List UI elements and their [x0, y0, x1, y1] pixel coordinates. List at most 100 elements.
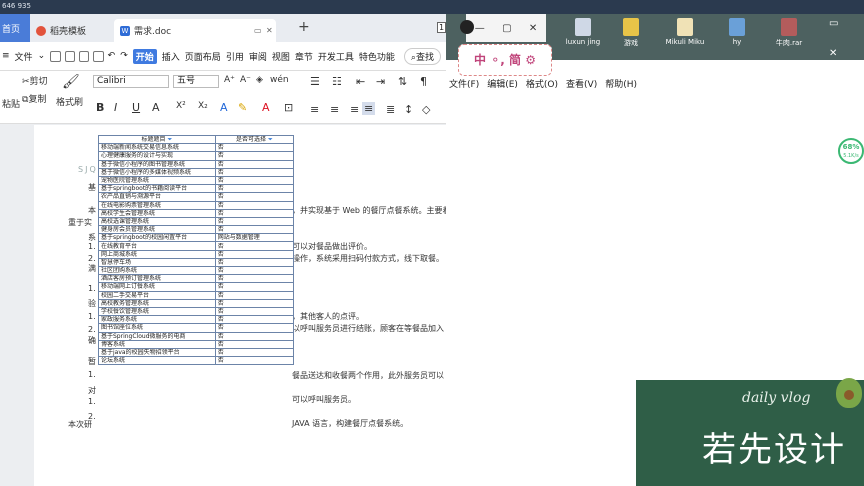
topic-cell[interactable]: 家政服务系统 — [98, 315, 216, 325]
table-row[interactable]: 酒店客房预订管理系统否 — [98, 274, 295, 284]
table-row[interactable]: 基于微信小程序的多媒体视频系统否 — [98, 167, 295, 177]
topic-cell[interactable]: 基于springboot的校园闲置平台 — [98, 233, 216, 243]
print-icon[interactable] — [78, 50, 90, 62]
topic-cell[interactable]: 网上商城系统 — [98, 249, 216, 259]
table-row[interactable]: 移动端新闻系统交易信息系统否 — [98, 143, 295, 153]
selectable-cell[interactable]: 否 — [214, 225, 295, 235]
selectable-cell[interactable]: 否 — [214, 167, 295, 177]
menu-view[interactable]: 视图 — [272, 50, 290, 63]
topic-cell[interactable]: 图书馆座位系统 — [98, 323, 216, 333]
menu-devtools[interactable]: 开发工具 — [318, 50, 354, 63]
selectable-cell[interactable]: 否 — [214, 315, 295, 325]
bold-button[interactable]: B — [96, 101, 104, 114]
desktop-icon-3[interactable]: Mikuli Miku — [658, 18, 712, 46]
selectable-cell[interactable]: 否 — [214, 282, 295, 292]
selectable-cell[interactable]: 否 — [214, 249, 295, 259]
selectable-cell[interactable]: 否 — [214, 339, 295, 349]
table-row[interactable]: 博客系统否 — [98, 339, 295, 349]
underline-button[interactable]: U — [132, 101, 140, 114]
export-icon[interactable] — [64, 50, 75, 62]
topic-cell[interactable]: 论坛系统 — [98, 356, 216, 366]
clear-format-icon[interactable]: ◈ — [256, 75, 263, 85]
topic-cell[interactable]: 智慧停车场 — [98, 257, 216, 268]
justify-icon[interactable]: ≡ — [362, 102, 376, 115]
topic-cell[interactable]: 健身房会员管理系统 — [98, 225, 216, 235]
table-row[interactable]: 学校餐饮管理系统否 — [98, 306, 295, 317]
format-painter-label[interactable]: 格式刷 — [56, 95, 83, 108]
selectable-cell[interactable]: 否 — [214, 290, 295, 300]
selectable-cell[interactable]: 否 — [214, 323, 295, 333]
topic-cell[interactable]: 农产品直销与溯源平台 — [98, 192, 216, 202]
paste-button[interactable]: 粘贴 — [2, 97, 20, 110]
font-color-icon[interactable]: A — [262, 101, 270, 114]
table-row[interactable]: 农产品直销与溯源平台否 — [98, 192, 295, 202]
save-icon[interactable] — [50, 50, 61, 62]
avatar[interactable] — [460, 20, 474, 34]
subscript-button[interactable]: X₂ — [198, 101, 208, 111]
shading-icon[interactable]: ◇ — [422, 103, 430, 116]
table-row[interactable]: 高校选课管理系统否 — [98, 216, 295, 227]
table-row[interactable]: 基于微信小程序的图书管理系统否 — [98, 159, 295, 169]
menu-layout[interactable]: 页面布局 — [185, 50, 221, 63]
selectable-cell[interactable]: 否 — [214, 159, 295, 169]
maximize-icon[interactable]: ▢ — [502, 23, 511, 34]
selectable-cell[interactable]: 否 — [214, 331, 295, 341]
selectable-cell[interactable]: 否 — [214, 216, 295, 227]
table-row[interactable]: 高校学生会管理系统否 — [98, 208, 295, 218]
table-row[interactable]: 宠物医院管理系统否 — [98, 175, 295, 186]
restore-icon[interactable]: ▭ — [829, 18, 838, 29]
selectable-cell[interactable]: 否 — [214, 306, 295, 317]
chevron-down-icon[interactable]: ⌄ — [38, 51, 46, 61]
header-topic[interactable]: 标题题目 ⏷ — [98, 134, 216, 145]
pinyin-icon[interactable]: wén — [270, 75, 289, 85]
topic-cell[interactable]: 基于微信小程序的图书管理系统 — [98, 159, 216, 169]
hamburger-icon[interactable]: ≡ — [2, 51, 10, 61]
redo-icon[interactable]: ↷ — [120, 51, 128, 61]
tab-document[interactable]: W 需求.doc ▭ ✕ — [114, 19, 276, 42]
indent-icon[interactable]: ⇤ — [356, 75, 365, 88]
topic-cell[interactable]: 移动端新闻系统交易信息系统 — [98, 143, 216, 153]
bullet-list-icon[interactable]: ☰ — [310, 75, 320, 88]
topic-cell[interactable]: 基于微信小程序的多媒体视频系统 — [98, 167, 216, 177]
font-size-select[interactable]: 五号 — [173, 75, 219, 88]
new-tab-plus-icon[interactable]: + — [298, 19, 310, 35]
topic-cell[interactable]: 在线教育平台 — [98, 241, 216, 251]
selectable-cell[interactable]: 否 — [214, 347, 295, 358]
notepad-menu-format[interactable]: 格式(O) — [526, 77, 558, 90]
selectable-cell[interactable]: 否 — [214, 143, 295, 153]
menu-file[interactable]: 文件 — [15, 50, 33, 63]
table-row[interactable]: 校园二手交易平台否 — [98, 290, 295, 300]
notepad-menu-edit[interactable]: 编辑(E) — [487, 77, 518, 90]
selectable-cell[interactable]: 否 — [214, 208, 295, 218]
topic-cell[interactable]: 校园二手交易平台 — [98, 290, 216, 300]
undo-icon[interactable]: ↶ — [108, 51, 116, 61]
selectable-cell[interactable]: 否 — [214, 298, 295, 308]
topic-cell[interactable]: 移动端网上订餐系统 — [98, 282, 216, 292]
selectable-cell[interactable]: 否 — [214, 274, 295, 284]
distribute-icon[interactable]: ≣ — [386, 103, 395, 116]
font-family-select[interactable]: Calibri — [93, 75, 169, 88]
table-row[interactable]: 家政服务系统否 — [98, 315, 295, 325]
tab-home[interactable]: 首页 — [0, 14, 30, 42]
table-row[interactable]: 在线教育平台否 — [98, 241, 295, 251]
desktop-icon-5[interactable]: 牛肉.rar — [762, 18, 816, 48]
desktop-icon-4[interactable]: hy — [710, 18, 764, 46]
menu-review[interactable]: 审阅 — [249, 50, 267, 63]
align-left-icon[interactable]: ≡ — [310, 103, 319, 116]
filter-icon[interactable]: ⏷ — [167, 137, 172, 143]
minimize-icon[interactable]: — — [475, 23, 485, 34]
selectable-cell[interactable]: 否 — [214, 151, 295, 161]
char-border-icon[interactable]: ⊡ — [284, 101, 293, 114]
topic-cell[interactable]: 基于SpringCloud微服务的电商 — [98, 331, 216, 341]
table-row[interactable]: 基于SpringCloud微服务的电商否 — [98, 331, 295, 341]
selectable-cell[interactable]: 否 — [214, 192, 295, 202]
window-icon[interactable]: ▭ — [254, 26, 262, 35]
strikethrough-button[interactable]: A — [152, 101, 160, 114]
topic-cell[interactable]: 基于springboot的书籍阅读平台 — [98, 184, 216, 194]
filter-icon[interactable]: ⏷ — [268, 137, 273, 143]
topic-cell[interactable]: 基于java的校园失物招领平台 — [98, 347, 216, 358]
copy-button[interactable]: ⧉复制 — [22, 92, 46, 105]
selectable-cell[interactable]: 网站与数据管理 — [214, 233, 295, 243]
sort-icon[interactable]: ⇅ — [398, 75, 407, 88]
close-icon[interactable]: ✕ — [529, 23, 537, 34]
